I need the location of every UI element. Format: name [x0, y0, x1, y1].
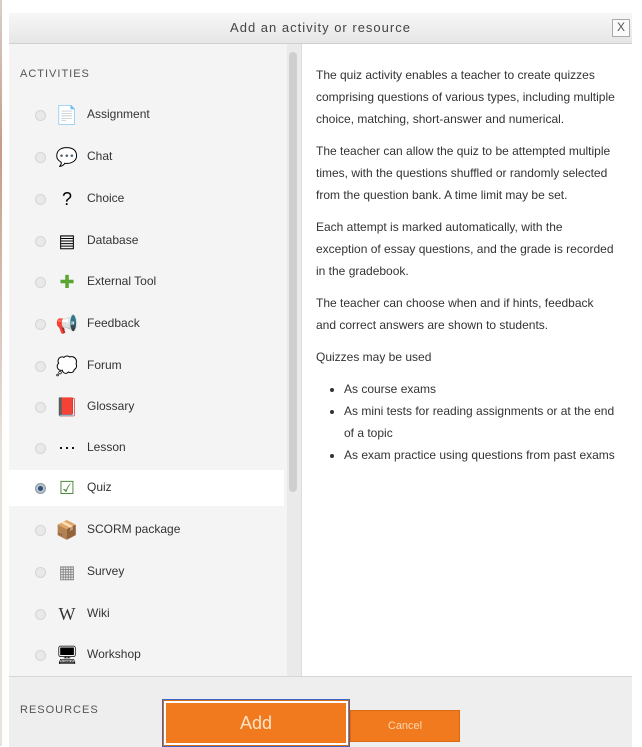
activity-item-choice[interactable]: ? Choice — [9, 181, 284, 217]
activity-item-scorm-package[interactable]: 📦 SCORM package — [9, 512, 284, 548]
add-button[interactable]: Add — [163, 700, 349, 746]
activity-label: External Tool — [87, 274, 157, 288]
survey-icon: ▦ — [58, 562, 76, 582]
activity-item-forum[interactable]: 💭 Forum — [9, 348, 284, 384]
activity-label: SCORM package — [87, 522, 181, 536]
activity-item-survey[interactable]: ▦ Survey — [9, 554, 284, 590]
radio-button[interactable] — [35, 194, 46, 205]
activity-label: Assignment — [87, 107, 150, 121]
radio-button[interactable] — [35, 525, 46, 536]
radio-button[interactable] — [35, 110, 46, 121]
background-edge — [0, 0, 2, 746]
radio-button-selected[interactable] — [35, 483, 46, 494]
puzzle-icon: ✚ — [59, 272, 75, 292]
activity-label: Lesson — [87, 440, 126, 454]
radio-button[interactable] — [35, 650, 46, 661]
usage-list-item: As mini tests for reading assignments or… — [344, 400, 616, 444]
section-activities-heading: ACTIVITIES — [20, 68, 90, 80]
close-icon[interactable]: X — [612, 19, 630, 37]
description-paragraph: Each attempt is marked automatically, wi… — [316, 220, 614, 278]
database-icon: ▤ — [58, 231, 76, 251]
megaphone-icon: 📢 — [55, 314, 79, 334]
dialog-titlebar: Add an activity or resource X — [9, 13, 632, 44]
activity-label: Survey — [87, 564, 125, 578]
radio-button[interactable] — [35, 277, 46, 288]
activity-label: Forum — [87, 358, 122, 372]
activity-item-workshop[interactable]: 🖥 Workshop — [9, 637, 284, 673]
radio-button[interactable] — [35, 319, 46, 330]
activity-item-glossary[interactable]: 📕 Glossary — [9, 389, 284, 425]
activity-item-chat[interactable]: 💬 Chat — [9, 139, 284, 175]
activity-label: Quiz — [87, 480, 112, 494]
add-activity-dialog: Add an activity or resource X ACTIVITIES… — [0, 0, 642, 747]
activity-item-external-tool[interactable]: ✚ External Tool — [9, 264, 284, 300]
activity-list-scrollbar[interactable] — [287, 44, 301, 676]
activity-item-quiz[interactable]: ☑ Quiz — [9, 470, 284, 506]
assignment-icon: 📄 — [55, 105, 79, 125]
radio-button[interactable] — [35, 361, 46, 372]
dialog-title: Add an activity or resource — [230, 20, 411, 35]
scorm-icon: 📦 — [55, 520, 79, 540]
glossary-icon: 📕 — [55, 397, 79, 417]
lesson-icon: ⋯ — [58, 438, 76, 458]
choice-icon: ? — [61, 189, 72, 209]
activity-label: Chat — [87, 149, 113, 163]
description-paragraph: The teacher can allow the quiz to be att… — [316, 144, 611, 202]
activity-item-assignment[interactable]: 📄 Assignment — [9, 97, 284, 133]
activity-item-lesson[interactable]: ⋯ Lesson — [9, 430, 284, 466]
description-paragraph: Quizzes may be used — [316, 350, 432, 364]
scrollbar-thumb[interactable] — [289, 52, 297, 492]
radio-button[interactable] — [35, 609, 46, 620]
activity-description: The quiz activity enables a teacher to c… — [316, 64, 616, 466]
activity-item-database[interactable]: ▤ Database — [9, 223, 284, 259]
wiki-icon: W — [58, 604, 76, 624]
usage-list-item: As course exams — [344, 378, 616, 400]
description-paragraph: The teacher can choose when and if hints… — [316, 296, 594, 332]
activity-label: Feedback — [87, 316, 140, 330]
radio-button[interactable] — [35, 402, 46, 413]
quiz-icon: ☑ — [58, 478, 76, 498]
chat-icon: 💬 — [55, 147, 79, 167]
radio-button[interactable] — [35, 567, 46, 578]
radio-button[interactable] — [35, 152, 46, 163]
activity-item-feedback[interactable]: 📢 Feedback — [9, 306, 284, 342]
activity-label: Choice — [87, 191, 125, 205]
forum-icon: 💭 — [55, 356, 79, 376]
activity-label: Database — [87, 233, 139, 247]
section-resources-heading: RESOURCES — [20, 704, 99, 716]
radio-button[interactable] — [35, 443, 46, 454]
activity-label: Glossary — [87, 399, 135, 413]
usage-list: As course exams As mini tests for readin… — [316, 378, 616, 466]
cancel-button[interactable]: Cancel — [350, 710, 460, 742]
description-paragraph: The quiz activity enables a teacher to c… — [316, 68, 615, 126]
activity-item-wiki[interactable]: W Wiki — [9, 596, 284, 632]
workshop-icon: 🖥 — [55, 645, 79, 665]
activity-description-pane: The quiz activity enables a teacher to c… — [301, 44, 633, 676]
activity-label: Workshop — [87, 647, 141, 661]
radio-button[interactable] — [35, 236, 46, 247]
usage-list-item: As exam practice using questions from pa… — [344, 444, 616, 466]
activity-label: Wiki — [87, 606, 110, 620]
